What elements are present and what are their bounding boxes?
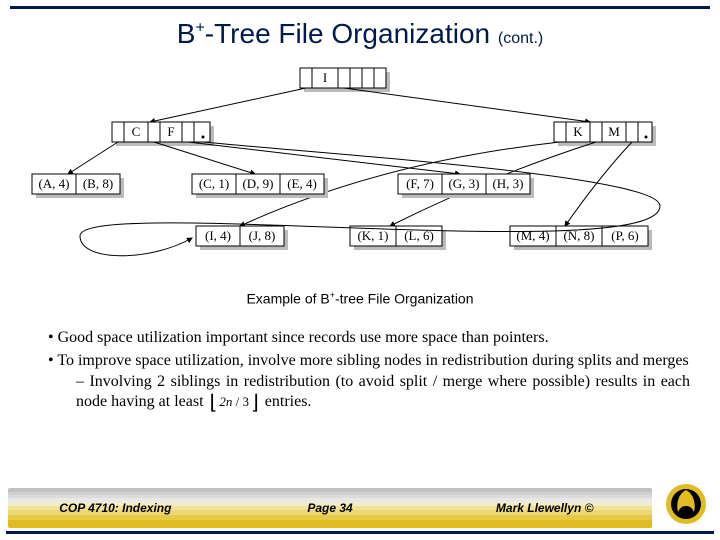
floor-formula: ⌊ 2n / 3 ⌋ [210,394,259,412]
svg-text:(I, 4): (I, 4) [205,228,231,243]
leaf-row1-group3: (F, 7) (G, 3) (H, 3) [398,174,534,198]
svg-text:(E, 4): (E, 4) [287,176,317,191]
svg-text:(J, 8): (J, 8) [249,228,276,243]
svg-text:(B, 8): (B, 8) [83,176,113,191]
bullet-1: Good space utilization important since r… [48,328,690,349]
caption-post: -tree File Organization [335,291,474,307]
svg-text:(P, 6): (P, 6) [611,228,638,243]
svg-text:(D, 9): (D, 9) [242,176,273,191]
title-superscript: + [195,20,204,37]
caption-pre: Example of B [246,291,329,307]
internal-node-right: K M [554,122,656,146]
body-text: Good space utilization important since r… [30,328,690,415]
svg-text:(A, 4): (A, 4) [38,176,69,191]
leaf-row1-group1: (A, 4) (B, 8) [32,174,124,198]
footer-left: COP 4710: Indexing [8,501,223,515]
footer-center: Page 34 [223,501,438,515]
slide-title: B+-Tree File Organization (cont.) [0,18,720,50]
bullet-2: To improve space utilization, involve mo… [48,351,690,413]
leaf-row2-group1: (I, 4) (J, 8) [196,226,288,250]
title-cont: (cont.) [498,30,543,47]
footer-right: Mark Llewellyn © [437,501,652,515]
bullet-2a: Involving 2 siblings in redistribution (… [76,372,690,414]
svg-text:(K, 1): (K, 1) [357,228,388,243]
diagram-caption: Example of B+-tree File Organization [0,290,720,307]
bplus-tree-diagram: .bx { fill:#fff; stroke:#000; stroke-wid… [20,66,700,276]
title-post: -Tree File Organization [205,18,490,49]
svg-text:(H, 3): (H, 3) [492,176,523,191]
svg-text:(C, 1): (C, 1) [199,176,229,191]
svg-text:K: K [573,124,583,139]
svg-text:(G, 3): (G, 3) [448,176,479,191]
svg-text:I: I [323,70,327,85]
svg-text:(M, 4): (M, 4) [516,228,549,243]
svg-text:M: M [608,124,620,139]
title-pre: B [177,18,196,49]
leaf-row1-group2: (C, 1) (D, 9) (E, 4) [192,174,328,198]
footer-bar: COP 4710: Indexing Page 34 Mark Llewelly… [8,488,712,528]
ucf-logo-icon [664,482,708,526]
svg-text:(F, 7): (F, 7) [406,176,434,191]
svg-text:C: C [132,124,141,139]
internal-node-left: C F [112,122,214,146]
svg-text:F: F [167,124,174,139]
